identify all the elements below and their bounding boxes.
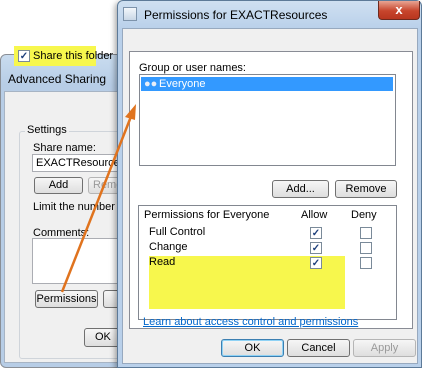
learn-permissions-link[interactable]: Learn about access control and permissio… [143, 316, 358, 328]
close-button[interactable]: x [378, 1, 420, 20]
permission-name-full-control: Full Control [149, 226, 206, 238]
permission-name-read: Read [149, 256, 176, 268]
remove-user-button[interactable]: Remove [335, 180, 397, 198]
permissions-title: Permissions for EXACTResources [144, 8, 328, 22]
group-names-label: Group or user names: [139, 62, 246, 74]
share-permissions-panel: Group or user names: ●● Everyone Add... … [129, 51, 413, 329]
folder-window-icon [123, 7, 137, 21]
deny-full-control-checkbox[interactable] [360, 227, 372, 239]
permissions-client: Group or user names: ●● Everyone Add... … [122, 28, 418, 364]
advanced-sharing-title: Advanced Sharing [8, 72, 107, 86]
share-name-value: EXACTResources [36, 157, 126, 169]
user-list[interactable]: ●● Everyone [139, 74, 396, 166]
permission-name-change: Change [149, 241, 188, 253]
apply-button[interactable]: Apply [353, 339, 416, 357]
comments-field[interactable] [32, 238, 127, 284]
list-item-label: Everyone [159, 78, 206, 90]
add-user-button[interactable]: Add... [272, 180, 329, 198]
list-item-everyone[interactable]: ●● Everyone [141, 77, 393, 91]
allow-full-control-checkbox[interactable]: ✓ [310, 227, 322, 239]
share-folder-label: Share this folder [33, 50, 114, 62]
deny-change-checkbox[interactable] [360, 242, 372, 254]
share-name-field[interactable]: EXACTResources [32, 154, 127, 172]
add-share-button[interactable]: Add [34, 177, 83, 194]
limit-users-label: Limit the number of sim [33, 201, 129, 213]
deny-read-checkbox[interactable] [360, 257, 372, 269]
users-icon: ●● [144, 78, 158, 90]
permissions-button[interactable]: Permissions [35, 290, 98, 308]
cancel-button[interactable]: Cancel [287, 339, 350, 357]
permissions-for-label: Permissions for Everyone [144, 209, 270, 221]
close-icon: x [395, 2, 403, 17]
deny-header: Deny [351, 209, 377, 221]
allow-header: Allow [301, 209, 328, 221]
share-folder-checkbox[interactable]: ✓ [18, 50, 30, 62]
ok-button[interactable]: OK [221, 339, 284, 357]
permissions-list: Permissions for Everyone Allow Deny Full… [138, 205, 397, 320]
settings-group-label: Settings [25, 124, 69, 136]
permissions-window: Permissions for EXACTResources x Group o… [117, 0, 422, 368]
allow-change-checkbox[interactable]: ✓ [310, 242, 322, 254]
share-name-label: Share name: [33, 142, 96, 154]
allow-read-checkbox[interactable]: ✓ [310, 257, 322, 269]
